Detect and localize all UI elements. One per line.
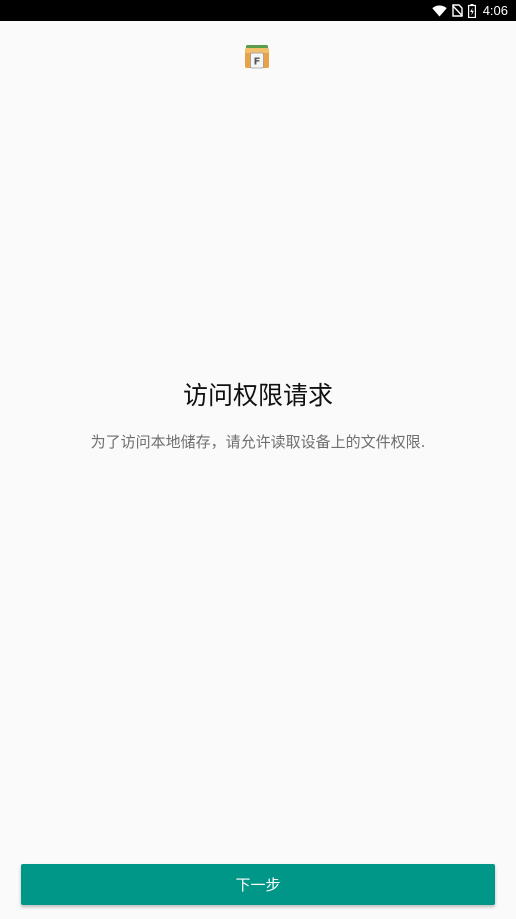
file-manager-logo-icon: F: [245, 45, 269, 69]
no-sim-icon: [451, 4, 463, 17]
battery-charging-icon: [467, 3, 476, 18]
permission-request-screen: 4:06 F 访问权限请求 为了访问本地储存，请允许读取设备上的文件权限. 下一…: [0, 0, 516, 919]
permission-description: 为了访问本地储存，请允许读取设备上的文件权限.: [90, 433, 426, 451]
status-icons: 4:06: [431, 0, 508, 21]
next-button[interactable]: 下一步: [21, 864, 495, 905]
page-title: 访问权限请求: [182, 381, 333, 410]
status-bar: 4:06: [0, 0, 516, 21]
logo-letter: F: [254, 57, 261, 68]
status-time: 4:06: [482, 3, 508, 18]
wifi-icon: [431, 5, 447, 16]
